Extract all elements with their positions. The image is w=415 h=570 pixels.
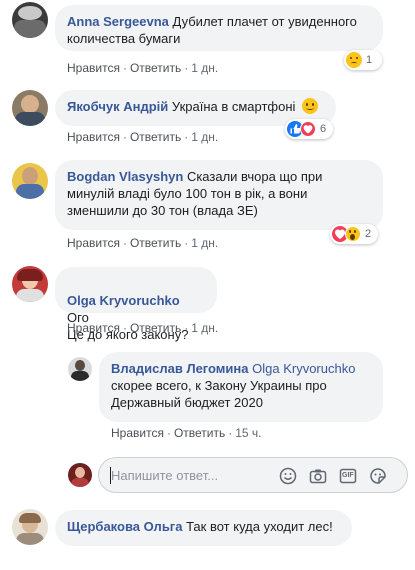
comment-text: Так вот куда уходит лес! [186, 519, 333, 534]
like-link[interactable]: Нравится [67, 321, 120, 335]
comment-bubble: Щербакова Ольга Так вот куда уходит лес! [55, 510, 352, 546]
reply-tagged-user[interactable]: Olga Kryvoruchko [252, 361, 355, 376]
reply-text: скорее всего, к Закону Украины про Держа… [111, 378, 327, 410]
comment-author[interactable]: Якобчук Андрій [67, 99, 168, 114]
comment-actions: Нравится · Ответить · 1 дн. [67, 236, 219, 250]
reply-author[interactable]: Владислав Легомина [111, 361, 249, 376]
reaction-summary[interactable]: 6 [285, 119, 333, 139]
comment-time[interactable]: 1 дн. [191, 130, 218, 144]
like-link[interactable]: Нравится [67, 130, 120, 144]
current-user-avatar [68, 463, 92, 487]
avatar[interactable] [12, 2, 48, 38]
reply-link[interactable]: Ответить [130, 130, 181, 144]
gif-label: GIF [342, 472, 354, 479]
comment-bubble: Anna Sergeevna Дубилет плачет от увиденн… [55, 5, 383, 51]
reaction-summary[interactable]: 1 [344, 50, 382, 70]
avatar[interactable] [68, 357, 92, 381]
comment-bubble: Olga Kryvoruchko Ого Це до якого закону? [55, 267, 217, 342]
reply-link[interactable]: Ответить [130, 321, 181, 335]
comment-time[interactable]: 1 дн. [191, 61, 218, 75]
comment-author[interactable]: Щербакова Ольга [67, 519, 182, 534]
avatar[interactable] [12, 266, 48, 302]
comment-actions: Нравится · Ответить · 1 дн. [67, 130, 219, 144]
avatar[interactable] [12, 90, 48, 126]
reply-input-box: GIF [98, 457, 408, 493]
reply-link[interactable]: Ответить [130, 61, 181, 75]
reply-actions: Нравится · Ответить · 15 ч. [111, 426, 262, 440]
emoji-icon[interactable] [279, 467, 297, 485]
comment-time[interactable]: 1 дн. [191, 321, 218, 335]
reply-link[interactable]: Ответить [130, 236, 181, 250]
reply-bubble: Владислав Легомина Olga Kryvoruchko скор… [99, 352, 383, 422]
like-link[interactable]: Нравится [111, 426, 164, 440]
wow-icon [345, 226, 361, 242]
like-link[interactable]: Нравится [67, 236, 120, 250]
comment-author[interactable]: Anna Sergeevna [67, 14, 169, 29]
comment-time[interactable]: 1 дн. [191, 236, 218, 250]
reaction-count: 1 [366, 54, 373, 66]
sticker-icon[interactable] [369, 467, 387, 485]
smile-emoji-icon [302, 98, 319, 114]
reaction-count: 6 [320, 123, 327, 135]
comment-author[interactable]: Bogdan Vlasyshyn [67, 169, 183, 184]
reply-link[interactable]: Ответить [174, 426, 225, 440]
avatar[interactable] [12, 509, 48, 545]
comment-bubble: Bogdan Vlasyshyn Сказали вчора що при ми… [55, 160, 383, 230]
avatar[interactable] [12, 163, 48, 199]
reply-time[interactable]: 15 ч. [235, 426, 261, 440]
comment-actions: Нравится · Ответить · 1 дн. [67, 61, 219, 75]
reaction-summary[interactable]: 2 [330, 224, 378, 244]
love-icon [300, 121, 316, 137]
comment-author[interactable]: Olga Kryvoruchko [67, 293, 180, 308]
camera-icon[interactable] [309, 467, 327, 485]
gif-icon[interactable]: GIF [339, 467, 357, 485]
sad-icon [346, 52, 362, 68]
comment-text: Україна в смартфоні [171, 99, 296, 114]
reaction-count: 2 [365, 228, 372, 240]
comment-actions: Нравится · Ответить · 1 дн. [67, 321, 219, 335]
reply-input[interactable] [111, 466, 271, 484]
like-link[interactable]: Нравится [67, 61, 120, 75]
